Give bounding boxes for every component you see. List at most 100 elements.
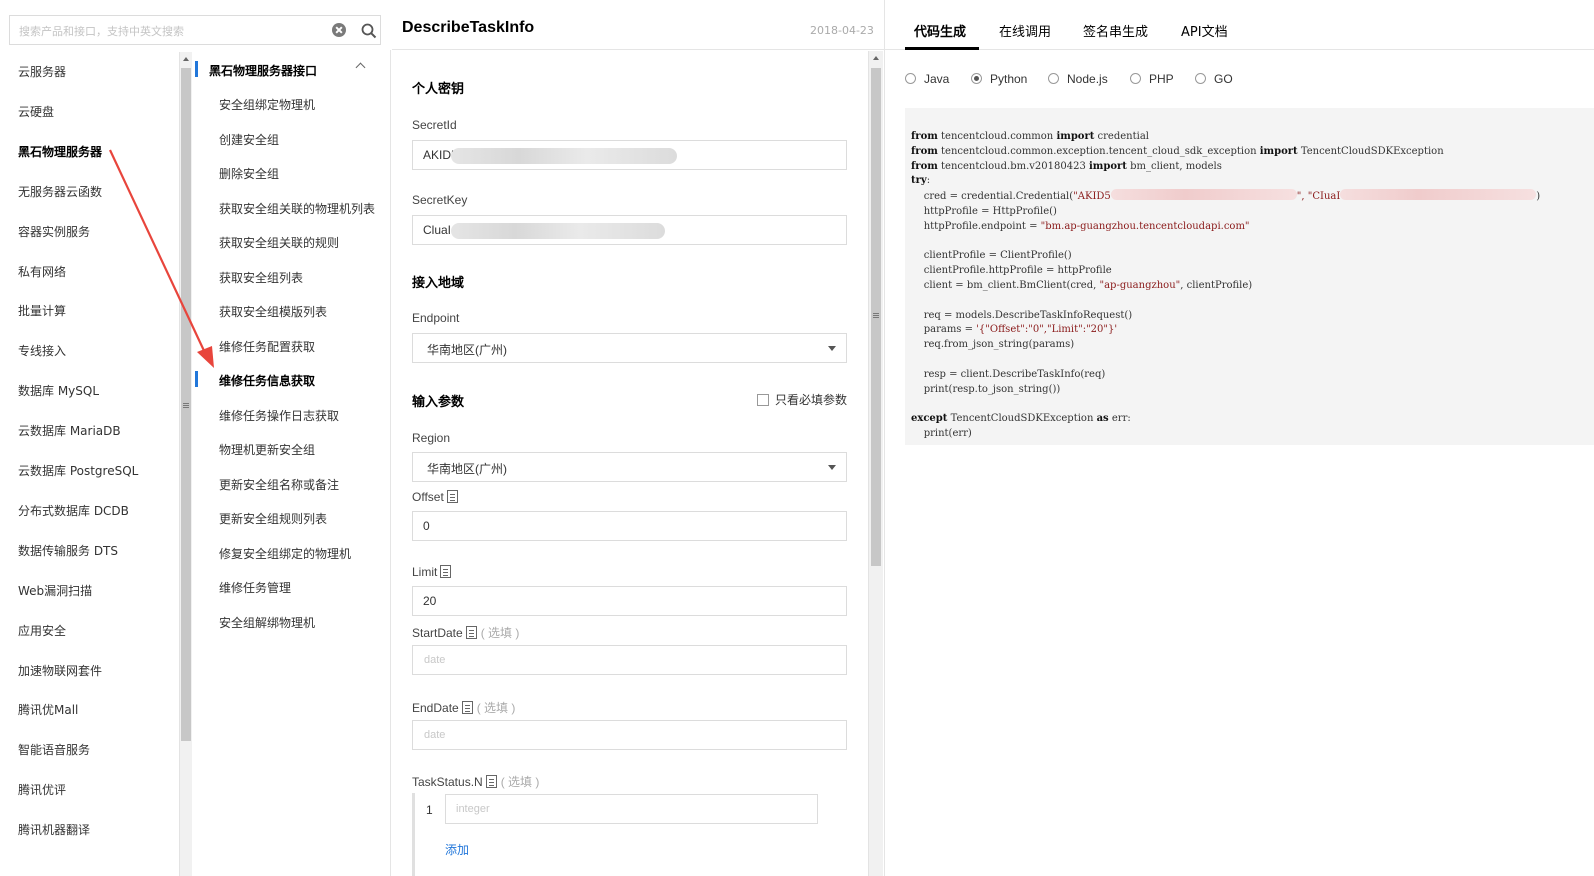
scroll-up-icon[interactable] [183,57,189,61]
optional-tag: ( 选填 ) [480,626,520,640]
doc-icon[interactable] [440,565,452,578]
doc-icon[interactable] [485,775,497,788]
product-item[interactable]: 应用安全 [18,622,66,639]
product-item[interactable]: 云硬盘 [18,103,54,120]
lang-python[interactable]: Python [971,72,1027,86]
api-item[interactable]: 删除安全组 [219,165,279,182]
search-icon[interactable] [361,23,377,39]
lang-label: GO [1214,72,1233,86]
tab-signature[interactable]: 签名串生成 [1083,21,1148,40]
doc-icon[interactable] [465,626,477,639]
product-item[interactable]: 云服务器 [18,63,66,80]
api-item[interactable]: 创建安全组 [219,131,279,148]
region-value: 华南地区(广州) [427,462,507,476]
search-placeholder: 搜索产品和接口，支持中英文搜索 [19,25,184,38]
product-item[interactable]: 加速物联网套件 [18,662,102,679]
offset-input[interactable]: 0 [412,511,847,541]
api-item[interactable]: 安全组绑定物理机 [219,96,315,113]
lang-label: Python [990,72,1028,86]
lang-nodejs[interactable]: Node.js [1048,72,1108,86]
optional-tag: ( 选填 ) [476,701,516,715]
product-item[interactable]: 私有网络 [18,263,66,280]
product-item[interactable]: 智能语音服务 [18,741,90,758]
radio-selected-icon[interactable] [971,73,982,84]
api-item[interactable]: 获取安全组列表 [219,269,303,286]
enddate-label-row: EndDate ( 选填 ) [412,699,515,716]
startdate-input[interactable]: date [412,645,847,675]
product-item[interactable]: 腾讯优Mall [18,701,78,718]
lang-label: Node.js [1067,72,1108,86]
api-item[interactable]: 获取安全组关联的物理机列表 [219,200,375,217]
taskstatus-placeholder: integer [456,803,490,815]
scrollbar-thumb[interactable] [871,68,881,566]
product-item[interactable]: 腾讯机器翻译 [18,821,90,838]
scrollbar-thumb[interactable] [181,68,191,741]
product-item[interactable]: 数据库 MySQL [18,382,99,399]
api-item[interactable]: 获取安全组关联的规则 [219,234,339,251]
radio-icon[interactable] [1195,73,1206,84]
product-item[interactable]: 腾讯优评 [18,781,66,798]
api-item[interactable]: 维修任务配置获取 [219,338,315,355]
doc-icon[interactable] [461,701,473,714]
api-item[interactable]: 修复安全组绑定的物理机 [219,545,351,562]
required-only-checkbox[interactable] [757,394,769,406]
api-group-header[interactable]: 黑石物理服务器接口 [195,60,391,78]
caret-down-icon [828,346,836,351]
radio-icon[interactable] [1048,73,1059,84]
region-select[interactable]: 华南地区(广州) [412,452,847,482]
required-only-toggle[interactable]: 只看必填参数 [757,391,847,408]
product-item[interactable]: 云数据库 MariaDB [18,422,121,439]
product-item[interactable]: 云数据库 PostgreSQL [18,462,138,479]
product-item[interactable]: 无服务器云函数 [18,183,102,200]
secret-key-value: CluaI [423,223,452,237]
api-list: 黑石物理服务器接口 安全组绑定物理机 创建安全组删除安全组获取安全组关联的物理机列… [193,50,391,876]
clear-icon[interactable] [332,23,346,37]
limit-input[interactable]: 20 [412,586,847,616]
tab-code-gen[interactable]: 代码生成 [914,21,966,40]
api-item[interactable]: 维修任务操作日志获取 [219,407,339,424]
secret-key-label: SecretKey [412,193,468,207]
api-item[interactable]: 更新安全组名称或备注 [219,476,339,493]
tab-bar: 代码生成 在线调用 签名串生成 API文档 [885,0,1594,50]
radio-icon[interactable] [1130,73,1141,84]
endpoint-select[interactable]: 华南地区(广州) [412,333,847,363]
scroll-up-icon[interactable] [873,56,879,60]
product-item[interactable]: 容器实例服务 [18,223,90,240]
api-item[interactable]: 维修任务信息获取 [219,372,315,389]
secret-id-label: SecretId [412,118,457,132]
masked-value [1110,189,1297,201]
enddate-input[interactable]: date [412,720,847,750]
secret-key-input[interactable]: CluaI [412,215,847,245]
endpoint-value: 华南地区(广州) [427,343,507,357]
product-item[interactable]: 专线接入 [18,342,66,359]
tab-online-call[interactable]: 在线调用 [999,21,1051,40]
form-scrollbar[interactable] [868,51,883,876]
product-list-scrollbar[interactable] [179,52,192,876]
lang-go[interactable]: GO [1195,72,1233,86]
product-item[interactable]: Web漏洞扫描 [18,582,92,599]
add-item-link[interactable]: 添加 [445,841,469,858]
doc-icon[interactable] [446,490,458,503]
api-item[interactable]: 更新安全组规则列表 [219,510,327,527]
product-item[interactable]: 数据传输服务 DTS [18,542,118,559]
product-item[interactable]: 黑石物理服务器 [18,143,102,160]
chevron-up-icon[interactable] [355,62,366,73]
product-item[interactable]: 批量计算 [18,302,66,319]
enddate-placeholder: date [424,729,446,741]
lang-java[interactable]: Java [905,72,949,86]
radio-icon[interactable] [905,73,916,84]
search-input[interactable]: 搜索产品和接口，支持中英文搜索 [9,15,381,45]
api-item[interactable]: 安全组解绑物理机 [219,614,315,631]
code-block[interactable]: from tencentcloud.common import credenti… [905,108,1594,445]
product-item[interactable]: 分布式数据库 DCDB [18,502,129,519]
api-item[interactable]: 获取安全组模版列表 [219,303,327,320]
secret-id-input[interactable]: AKID5 [412,140,847,170]
taskstatus-label: TaskStatus.N [412,775,483,789]
tab-api-doc[interactable]: API文档 [1181,21,1228,40]
section-region: 接入地域 [412,276,465,291]
startdate-placeholder: date [424,654,446,666]
lang-php[interactable]: PHP [1130,72,1174,86]
taskstatus-input[interactable]: integer [445,794,818,824]
api-item[interactable]: 物理机更新安全组 [219,441,315,458]
api-item[interactable]: 维修任务管理 [219,579,291,596]
